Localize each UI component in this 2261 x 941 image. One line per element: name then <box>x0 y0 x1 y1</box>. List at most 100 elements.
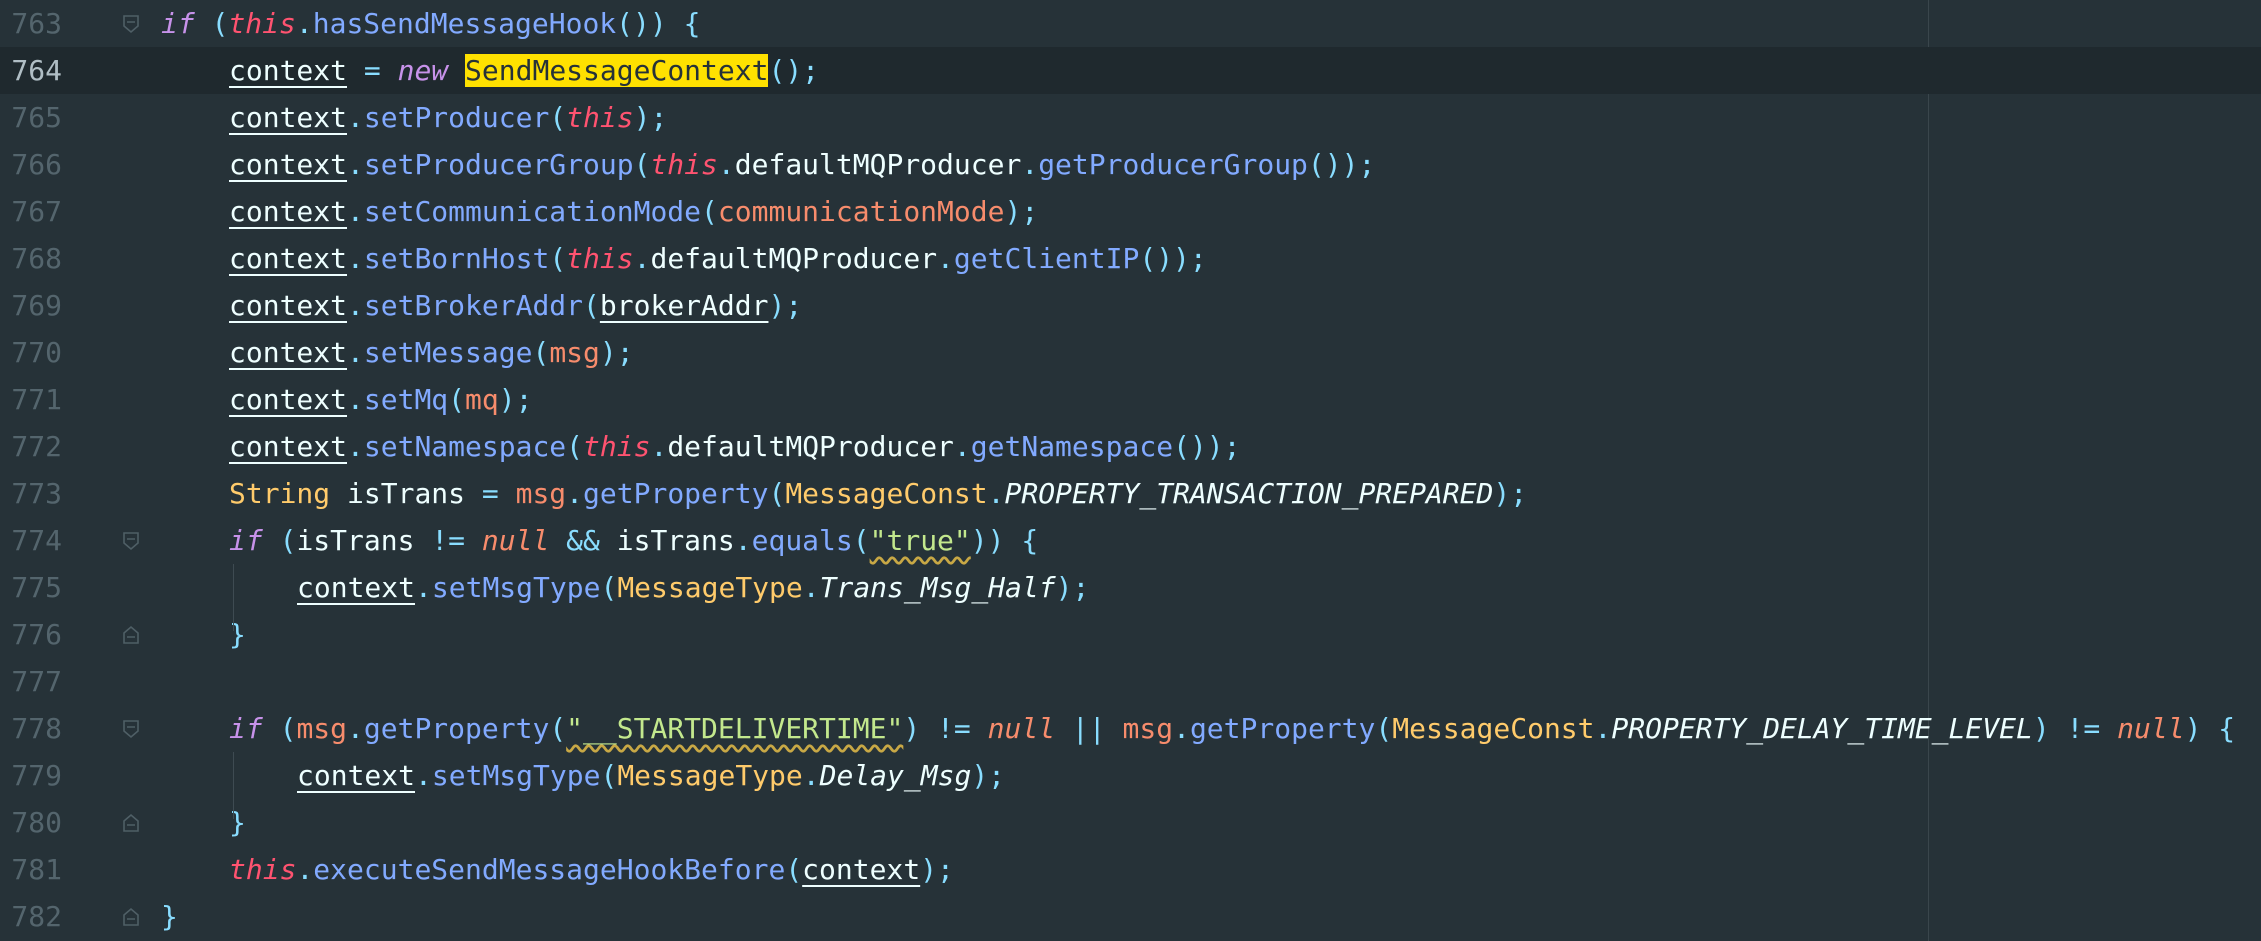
line-number: 782 <box>11 900 62 933</box>
code-token: PROPERTY_DELAY_TIME_LEVEL <box>1611 712 2033 745</box>
code-token: msg <box>296 712 348 745</box>
code-token: context <box>229 336 348 369</box>
code-line[interactable]: 771 context.setMq(mq); <box>0 376 2261 423</box>
code-token: . <box>347 712 364 745</box>
line-number: 780 <box>11 806 62 839</box>
code-token: MessageType <box>617 571 803 604</box>
code-token: ) <box>903 712 921 745</box>
code-line[interactable]: 782} <box>0 893 2261 940</box>
code-editor[interactable]: 763 if (this.hasSendMessageHook()) {764 co… <box>0 0 2261 941</box>
code-token: ( <box>701 195 718 228</box>
code-token: } <box>229 618 246 651</box>
code-token: . <box>347 101 364 134</box>
code-line[interactable]: 769 context.setBrokerAddr(brokerAddr); <box>0 282 2261 329</box>
code-token: context <box>297 571 416 604</box>
code-line[interactable]: 781 this.executeSendMessageHookBefore(con… <box>0 846 2261 893</box>
code-line[interactable]: 780} <box>0 799 2261 846</box>
code-line[interactable]: 764 context = new SendMessageContext(); <box>0 47 2261 94</box>
code-text: } <box>229 611 246 658</box>
code-token: null <box>987 712 1056 745</box>
code-token: context <box>229 242 348 275</box>
code-text: context.setBrokerAddr(brokerAddr); <box>229 282 802 329</box>
code-token: ( <box>532 336 550 369</box>
line-number: 766 <box>11 148 62 181</box>
indent-guide <box>233 752 234 819</box>
code-token: ); <box>920 853 954 886</box>
code-token: String <box>229 477 331 510</box>
code-token: defaultMQProducer <box>667 430 954 463</box>
code-line[interactable]: 770 context.setMessage(msg); <box>0 329 2261 376</box>
fold-end-icon[interactable] <box>122 907 140 927</box>
code-token: . <box>1021 148 1039 181</box>
code-token: Trans_Msg_Half <box>819 571 1056 604</box>
line-number: 765 <box>11 101 62 134</box>
line-number: 769 <box>11 289 62 322</box>
fold-end-icon[interactable] <box>122 625 140 645</box>
code-text: context.setNamespace(this.defaultMQProdu… <box>229 423 1241 470</box>
code-line[interactable]: 777 <box>0 658 2261 705</box>
code-token: ()); <box>1173 430 1241 463</box>
code-token: getProperty <box>363 712 550 745</box>
code-token: null <box>481 524 550 557</box>
code-token: ( <box>600 759 618 792</box>
code-token: ( <box>211 7 229 40</box>
code-token: ); <box>599 336 634 369</box>
code-token: ()); <box>1139 242 1207 275</box>
code-token: context <box>229 383 348 416</box>
code-line[interactable]: 773 String isTrans = msg.getProperty(Mess… <box>0 470 2261 517</box>
fold-end-icon[interactable] <box>122 813 140 833</box>
line-number: 779 <box>11 759 62 792</box>
code-token: this <box>228 7 296 40</box>
code-token: . <box>987 477 1005 510</box>
fold-collapse-icon[interactable] <box>122 531 140 551</box>
code-line[interactable]: 765 context.setProducer(this); <box>0 94 2261 141</box>
code-token: getClientIP <box>953 242 1140 275</box>
code-token: ( <box>549 242 567 275</box>
line-number: 772 <box>11 430 62 463</box>
code-token: context <box>802 853 921 886</box>
code-token: = <box>363 54 381 87</box>
code-token: isTrans <box>330 477 482 510</box>
line-number: 777 <box>11 665 62 698</box>
code-token: getNamespace <box>970 430 1174 463</box>
code-area[interactable]: 763 if (this.hasSendMessageHook()) {764 co… <box>0 0 2261 940</box>
code-line[interactable]: 774 if (isTrans != null && isTrans.equals… <box>0 517 2261 564</box>
line-number: 776 <box>11 618 62 651</box>
code-line[interactable]: 772 context.setNamespace(this.defaultMQPr… <box>0 423 2261 470</box>
code-line[interactable]: 766 context.setProducerGroup(this.default… <box>0 141 2261 188</box>
code-token: ( <box>785 853 803 886</box>
code-token: new <box>397 54 449 87</box>
code-line[interactable]: 775 context.setMsgType(MessageType.Trans_… <box>0 564 2261 611</box>
code-text: context.setCommunicationMode(communicati… <box>229 188 1038 235</box>
code-token: this <box>566 101 634 134</box>
code-line[interactable]: 779 context.setMsgType(MessageType.Delay_… <box>0 752 2261 799</box>
code-token: setCommunicationMode <box>363 195 702 228</box>
code-token: != <box>2066 712 2101 745</box>
code-token: } <box>229 806 246 839</box>
code-token: . <box>415 759 432 792</box>
code-token: setMessage <box>363 336 533 369</box>
code-token: getProperty <box>1189 712 1376 745</box>
code-line[interactable]: 763 if (this.hasSendMessageHook()) { <box>0 0 2261 47</box>
line-number: 771 <box>11 383 62 416</box>
code-line[interactable]: 778 if (msg.getProperty("__STARTDELIVERTI… <box>0 705 2261 752</box>
code-line[interactable]: 776} <box>0 611 2261 658</box>
code-token: getProperty <box>583 477 769 510</box>
fold-collapse-icon[interactable] <box>122 719 140 739</box>
code-line[interactable]: 768 context.setBornHost(this.defaultMQPro… <box>0 235 2261 282</box>
code-token: ( <box>279 524 297 557</box>
code-line[interactable]: 767 context.setCommunicationMode(communic… <box>0 188 2261 235</box>
code-token: . <box>650 430 668 463</box>
fold-collapse-icon[interactable] <box>122 14 140 34</box>
code-token: setBornHost <box>363 242 550 275</box>
code-text: } <box>161 893 178 940</box>
code-token: if <box>229 712 263 745</box>
code-token: ); <box>971 759 1006 792</box>
code-token: context <box>229 101 348 134</box>
code-token: msg <box>1122 712 1174 745</box>
code-token: hasSendMessageHook <box>312 7 617 40</box>
code-text: context = new SendMessageContext(); <box>229 47 819 94</box>
